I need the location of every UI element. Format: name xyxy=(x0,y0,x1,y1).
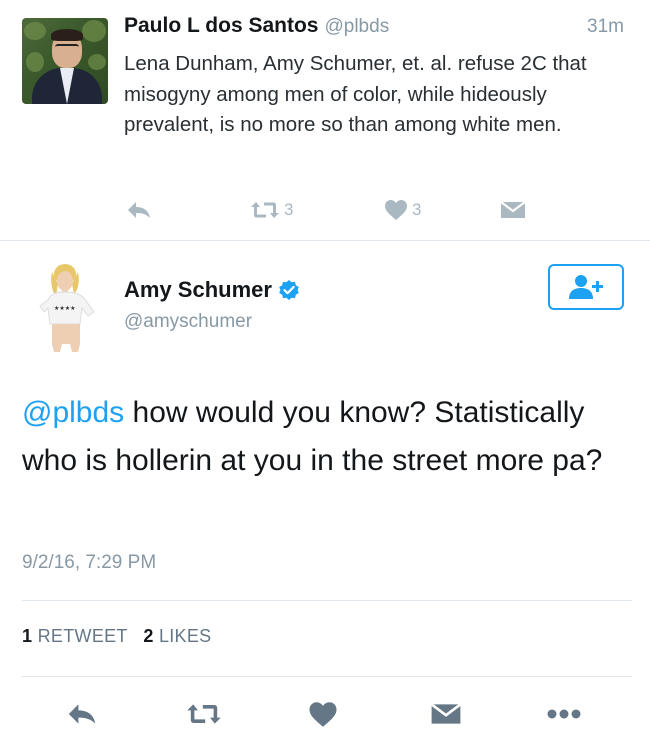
follow-icon xyxy=(569,275,603,299)
reply-icon xyxy=(68,704,96,724)
likes-label: LIKES xyxy=(158,626,212,646)
author-handle[interactable]: @plbds xyxy=(324,16,389,37)
avatar[interactable] xyxy=(22,18,108,104)
retweet-count: 3 xyxy=(284,200,294,219)
tweet-time: 31m xyxy=(587,16,624,37)
more-button[interactable] xyxy=(546,698,582,730)
heart-icon xyxy=(309,701,337,727)
retweets-count: 1 xyxy=(22,626,33,646)
svg-text:★★★★: ★★★★ xyxy=(54,305,76,312)
reply-icon xyxy=(128,202,150,218)
reply-tweet[interactable]: Paulo L dos Santos @plbds 31m Lena Dunham… xyxy=(0,0,650,240)
like-button[interactable] xyxy=(308,698,338,730)
heart-icon xyxy=(385,200,407,220)
engagement-stats: 1 RETWEET 2 LIKES xyxy=(22,626,211,647)
like-count: 3 xyxy=(412,200,422,219)
follow-button[interactable] xyxy=(548,264,624,310)
author-handle[interactable]: @amyschumer xyxy=(124,311,252,333)
message-button[interactable] xyxy=(430,698,462,730)
tweet-timestamp: 9/2/16, 7:29 PM xyxy=(22,552,157,573)
retweet-icon xyxy=(187,704,221,724)
mention-link[interactable]: @plbds xyxy=(22,396,124,429)
message-button[interactable] xyxy=(500,196,526,224)
retweets-stat[interactable]: 1 RETWEET xyxy=(22,626,127,646)
reply-button[interactable] xyxy=(66,698,98,730)
action-bar: 3 3 xyxy=(0,196,650,224)
likes-stat[interactable]: 2 LIKES xyxy=(143,626,211,646)
tweet-text: Lena Dunham, Amy Schumer, et. al. refuse… xyxy=(124,52,587,136)
more-icon xyxy=(547,709,581,719)
author-name[interactable]: Amy Schumer xyxy=(124,277,300,303)
divider xyxy=(0,240,650,241)
reply-button[interactable] xyxy=(126,196,152,224)
message-icon xyxy=(430,703,462,724)
divider xyxy=(22,676,632,677)
tweet-text: @plbds how would you know? Statistically… xyxy=(22,389,632,485)
likes-count: 2 xyxy=(143,626,154,646)
retweet-button[interactable] xyxy=(186,698,222,730)
message-icon xyxy=(500,201,526,218)
action-bar xyxy=(0,698,650,730)
verified-icon xyxy=(279,280,299,300)
avatar[interactable]: ★★★★ xyxy=(38,262,96,352)
author-name[interactable]: Paulo L dos Santos @plbds xyxy=(124,14,389,38)
retweet-button[interactable]: 3 xyxy=(250,196,293,224)
divider xyxy=(22,600,632,601)
like-button[interactable]: 3 xyxy=(384,196,421,224)
retweet-icon xyxy=(251,202,279,218)
retweets-label: RETWEET xyxy=(37,626,128,646)
